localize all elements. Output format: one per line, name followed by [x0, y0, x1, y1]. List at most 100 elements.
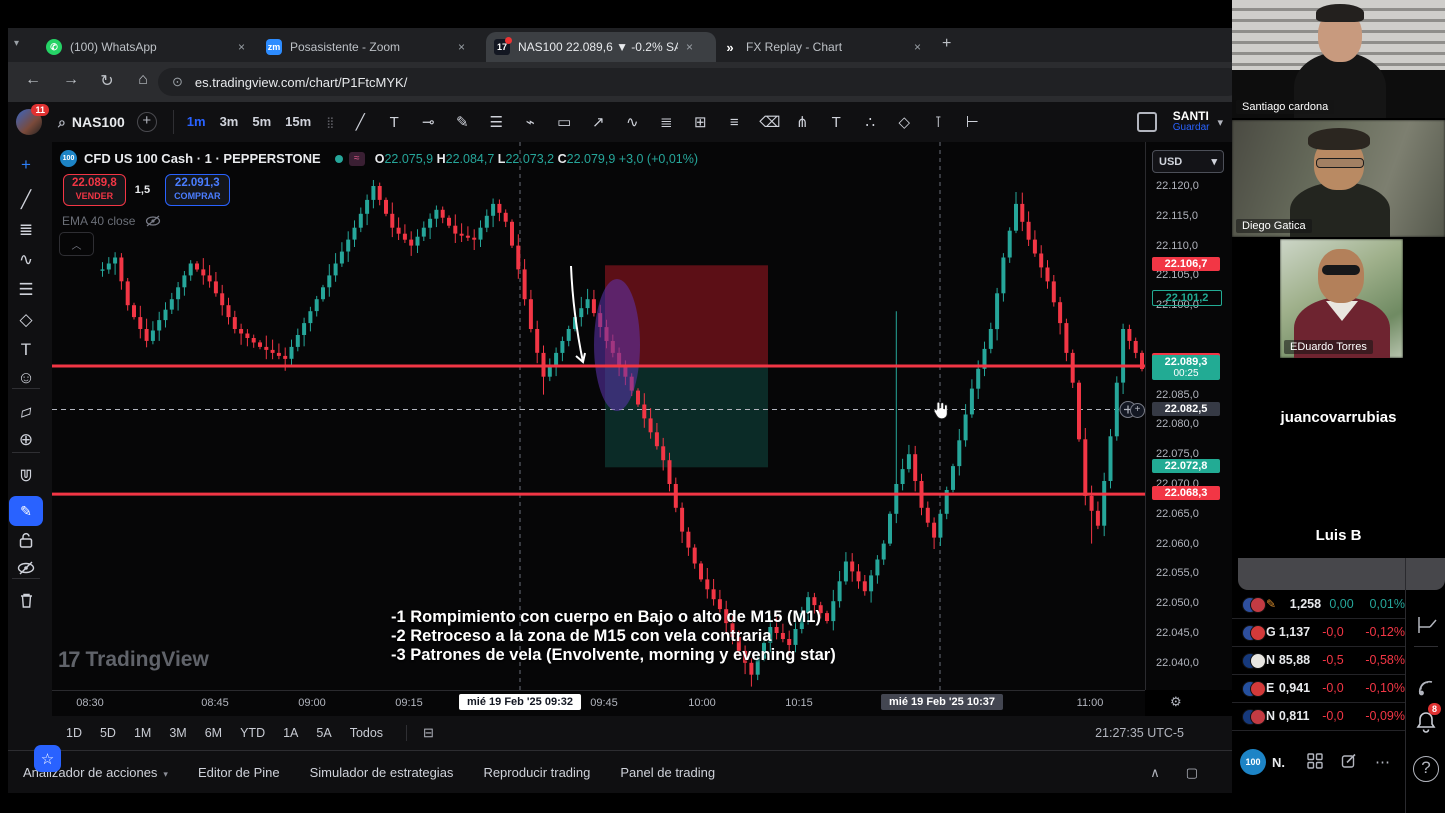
chart-canvas[interactable]: 100 CFD US 100 Cash · 1 · PEPPERSTONE ≈ …	[52, 142, 1145, 690]
pitchfork-icon[interactable]: ⋔	[793, 113, 811, 131]
chart-legend[interactable]: 100 CFD US 100 Cash · 1 · PEPPERSTONE ≈ …	[60, 150, 698, 167]
price-range-icon[interactable]: ⊺	[929, 113, 947, 131]
anchored-text-icon[interactable]: T	[385, 114, 403, 131]
tradingview-logo-icon: 17	[58, 647, 78, 673]
tab-close-icon[interactable]: ×	[238, 40, 245, 54]
sell-button[interactable]: 22.089,8VENDER	[63, 174, 126, 206]
video-tile[interactable]: Diego Gatica	[1232, 120, 1445, 237]
rectangle-icon[interactable]: ▭	[555, 113, 573, 131]
polygon-icon[interactable]: ◇	[895, 113, 913, 131]
chevron-down-icon[interactable]: ▾	[1217, 116, 1223, 129]
arrow-ray-icon[interactable]: ↗	[589, 113, 607, 131]
add-symbol-button[interactable]: +	[137, 112, 157, 132]
avatar[interactable]: 11	[16, 109, 42, 135]
price-axis[interactable]: USD▾ 22.120,022.115,022.110,022.105,022.…	[1145, 142, 1233, 690]
dashed-line-icon[interactable]: ⌁	[521, 113, 539, 131]
bottom-tab[interactable]: Panel de trading	[620, 765, 715, 780]
more-options-icon[interactable]: ⋯	[1375, 753, 1390, 771]
watchlist-row[interactable]: ✎1,2580,000,01%	[1232, 590, 1405, 619]
bottom-tab[interactable]: Editor de Pine	[198, 765, 280, 780]
text-icon[interactable]: T	[827, 114, 845, 131]
interval-5m[interactable]: 5m	[252, 114, 271, 129]
axis-settings-gear-icon[interactable]: ⚙	[1170, 694, 1182, 710]
ruler-tool-icon[interactable]: ▱	[0, 394, 54, 431]
legend-collapse-button[interactable]: ︿	[59, 232, 94, 256]
eye-hidden-icon[interactable]	[145, 215, 161, 227]
time-axis[interactable]: 08:3008:4509:0009:1509:4510:0010:1511:00…	[52, 690, 1145, 717]
tab-close-icon[interactable]: ×	[686, 40, 693, 54]
trend-line-icon[interactable]: ╱	[351, 113, 369, 131]
interval-1m[interactable]: 1m	[187, 114, 206, 129]
fib-lines-icon[interactable]: ≣	[657, 113, 675, 131]
range-6M[interactable]: 6M	[205, 726, 222, 740]
reload-icon[interactable]: ↻	[96, 71, 118, 91]
indicator-legend[interactable]: EMA 40 close	[62, 214, 161, 228]
interval-3m[interactable]: 3m	[220, 114, 239, 129]
home-icon[interactable]: ⌂	[132, 71, 154, 89]
range-5A[interactable]: 5A	[316, 726, 331, 740]
ellipse-drawing[interactable]	[594, 279, 640, 411]
back-icon[interactable]: ←	[22, 71, 44, 89]
browser-tab[interactable]: zmPosasistente - Zoom×	[258, 32, 486, 62]
bars-pattern-icon[interactable]: ⊢	[963, 113, 981, 131]
goto-date-icon[interactable]: ⊟	[406, 725, 434, 741]
url-bar[interactable]: ⊙ es.tradingview.com/chart/P1FtcMYK/	[158, 68, 1242, 96]
grid-view-icon[interactable]	[1307, 753, 1323, 769]
range-1D[interactable]: 1D	[66, 726, 82, 740]
video-tile[interactable]: EDuardo Torres	[1280, 239, 1403, 358]
watchlist-row[interactable]: N85,88-0,5-0,58%	[1232, 646, 1405, 675]
alerts-bell[interactable]: 8	[1406, 710, 1445, 739]
help-icon[interactable]: ?	[1406, 756, 1445, 782]
range-1M[interactable]: 1M	[134, 726, 151, 740]
tab-search-chevron-icon[interactable]: ▾	[14, 38, 19, 49]
compose-icon[interactable]	[1341, 753, 1357, 769]
zigzag-icon[interactable]: ∿	[623, 113, 641, 131]
range-5D[interactable]: 5D	[100, 726, 116, 740]
watchlist-row[interactable]: G1,137-0,0-0,12%	[1232, 618, 1405, 647]
range-YTD[interactable]: YTD	[240, 726, 265, 740]
range-3M[interactable]: 3M	[169, 726, 186, 740]
video-tile[interactable]: Santiago cardona	[1232, 0, 1445, 118]
clock[interactable]: 21:27:35 UTC-5	[1095, 726, 1184, 740]
currency-selector[interactable]: USD▾	[1152, 150, 1224, 173]
toolbar-grip-icon[interactable]: ⣿	[326, 116, 335, 129]
bottom-tab[interactable]: Simulador de estrategias	[310, 765, 454, 780]
favorites-star-button[interactable]: ☆	[34, 745, 61, 772]
interval-15m[interactable]: 15m	[285, 114, 311, 129]
buy-button[interactable]: 22.091,3COMPRAR	[165, 174, 230, 206]
horizontal-ray-icon[interactable]: ⊸	[419, 113, 437, 131]
drawing-lock-button[interactable]: ✎	[9, 496, 43, 526]
layout-select-icon[interactable]	[1137, 112, 1157, 132]
symbol-title[interactable]: CFD US 100 Cash · 1 · PEPPERSTONE	[84, 151, 321, 166]
site-info-icon[interactable]: ⊙	[172, 74, 183, 90]
account-menu[interactable]: SANTI Guardar	[1173, 110, 1210, 134]
horizontal-lines-icon[interactable]: ≡	[725, 114, 743, 131]
watchlist-row[interactable]: N0,811-0,0-0,09%	[1232, 702, 1405, 731]
symbol-search[interactable]: ⌕ NAS100	[58, 114, 125, 131]
range-Todos[interactable]: Todos	[350, 726, 383, 740]
forward-icon[interactable]: →	[60, 71, 82, 89]
participant-name[interactable]: juancovarrubias	[1232, 409, 1445, 426]
tab-close-icon[interactable]: ×	[458, 40, 465, 54]
tab-close-icon[interactable]: ×	[914, 40, 921, 54]
range-1A[interactable]: 1A	[283, 726, 298, 740]
grid-icon[interactable]: ⊞	[691, 113, 709, 131]
brush-icon[interactable]: ✎	[453, 113, 471, 131]
data-window-signal-icon[interactable]	[1406, 674, 1445, 700]
new-tab-button[interactable]: +	[942, 35, 951, 53]
panel-maximize-icon[interactable]: ▢	[1186, 765, 1198, 781]
participant-name[interactable]: Luis B	[1232, 527, 1445, 544]
browser-tab[interactable]: 17NAS100 22.089,6 ▼ -0.2% SAN×	[486, 32, 716, 62]
watchlist-symbol-logo[interactable]: 100	[1240, 749, 1266, 775]
eraser-icon[interactable]: ⌫	[759, 113, 777, 131]
save-button[interactable]: Guardar	[1173, 122, 1210, 134]
object-tree-icon[interactable]	[1406, 613, 1445, 637]
add-alert-plus-icon[interactable]: +	[1130, 403, 1145, 418]
pattern-icon[interactable]: ∴	[861, 113, 879, 131]
parallel-channel-icon[interactable]: ☰	[487, 113, 505, 131]
watchlist-row[interactable]: E0,941-0,0-0,10%	[1232, 674, 1405, 703]
bottom-tab[interactable]: Reproducir trading	[483, 765, 590, 780]
browser-tab[interactable]: »FX Replay - Chart×	[714, 32, 940, 62]
browser-tab[interactable]: ✆(100) WhatsApp×	[38, 32, 266, 62]
panel-collapse-icon[interactable]: ∧	[1150, 765, 1160, 781]
